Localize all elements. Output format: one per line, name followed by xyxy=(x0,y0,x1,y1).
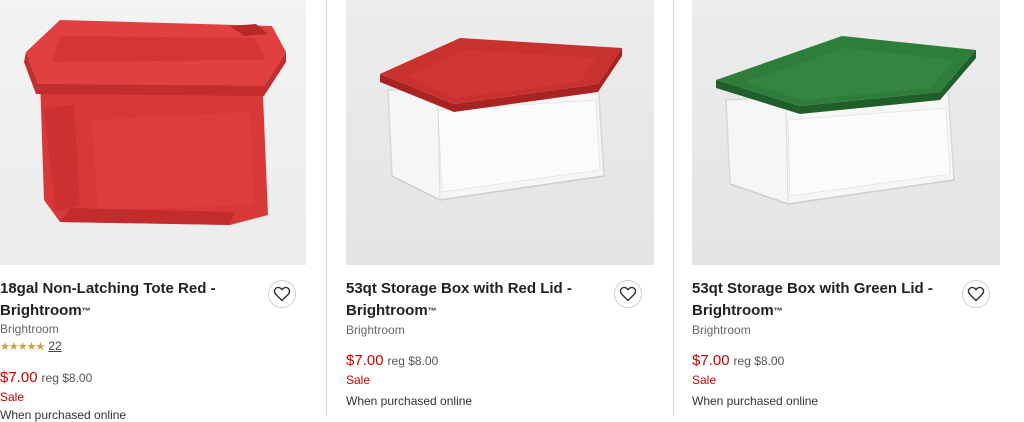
online-note: When purchased online xyxy=(692,394,819,408)
sale-price: $7.00 xyxy=(346,352,384,369)
product-card[interactable]: 18gal Non-Latching Tote Red - Brightroom… xyxy=(0,0,306,422)
price-row: $7.00 reg $8.00 xyxy=(346,352,438,369)
product-card[interactable]: 53qt Storage Box with Green Lid - Bright… xyxy=(692,0,1000,416)
product-card[interactable]: 53qt Storage Box with Red Lid - Brightro… xyxy=(346,0,654,416)
product-image[interactable] xyxy=(346,0,654,265)
regular-price: reg $8.00 xyxy=(41,371,93,385)
product-brand[interactable]: Brightroom xyxy=(692,323,751,337)
product-title[interactable]: 53qt Storage Box with Green Lid - Bright… xyxy=(692,278,940,322)
favorite-button[interactable] xyxy=(614,280,642,308)
price-row: $7.00 reg $8.00 xyxy=(692,352,784,369)
price-row: $7.00 reg $8.00 xyxy=(0,369,92,386)
card-divider xyxy=(326,0,327,416)
product-title[interactable]: 53qt Storage Box with Red Lid - Brightro… xyxy=(346,278,594,322)
online-note: When purchased online xyxy=(346,394,473,408)
product-title[interactable]: 18gal Non-Latching Tote Red - Brightroom… xyxy=(0,278,248,322)
rating-stars-icon: ★★★★★ xyxy=(0,340,45,353)
red-lid-storage-box-image xyxy=(380,38,622,201)
product-rating[interactable]: ★★★★★ 22 xyxy=(0,339,62,353)
product-grid: 18gal Non-Latching Tote Red - Brightroom… xyxy=(0,0,1024,422)
sale-price: $7.00 xyxy=(692,352,730,369)
product-image[interactable] xyxy=(0,0,306,265)
sale-label: Sale xyxy=(692,373,717,387)
regular-price: reg $8.00 xyxy=(733,354,785,368)
sale-label: Sale xyxy=(346,373,371,387)
favorite-button[interactable] xyxy=(962,280,990,308)
sale-label: Sale xyxy=(0,390,25,404)
heart-outline-icon xyxy=(273,286,291,302)
heart-outline-icon xyxy=(967,286,985,302)
regular-price: reg $8.00 xyxy=(387,354,439,368)
product-brand[interactable]: Brightroom xyxy=(0,322,59,336)
sale-price: $7.00 xyxy=(0,369,38,386)
green-lid-storage-box-image xyxy=(716,36,976,205)
online-note: When purchased online xyxy=(0,408,127,422)
heart-outline-icon xyxy=(619,286,637,302)
review-count-link[interactable]: 22 xyxy=(48,339,61,353)
card-divider xyxy=(673,0,674,416)
favorite-button[interactable] xyxy=(268,280,296,308)
red-tote-image xyxy=(24,20,286,225)
product-image[interactable] xyxy=(692,0,1000,265)
product-brand[interactable]: Brightroom xyxy=(346,323,405,337)
